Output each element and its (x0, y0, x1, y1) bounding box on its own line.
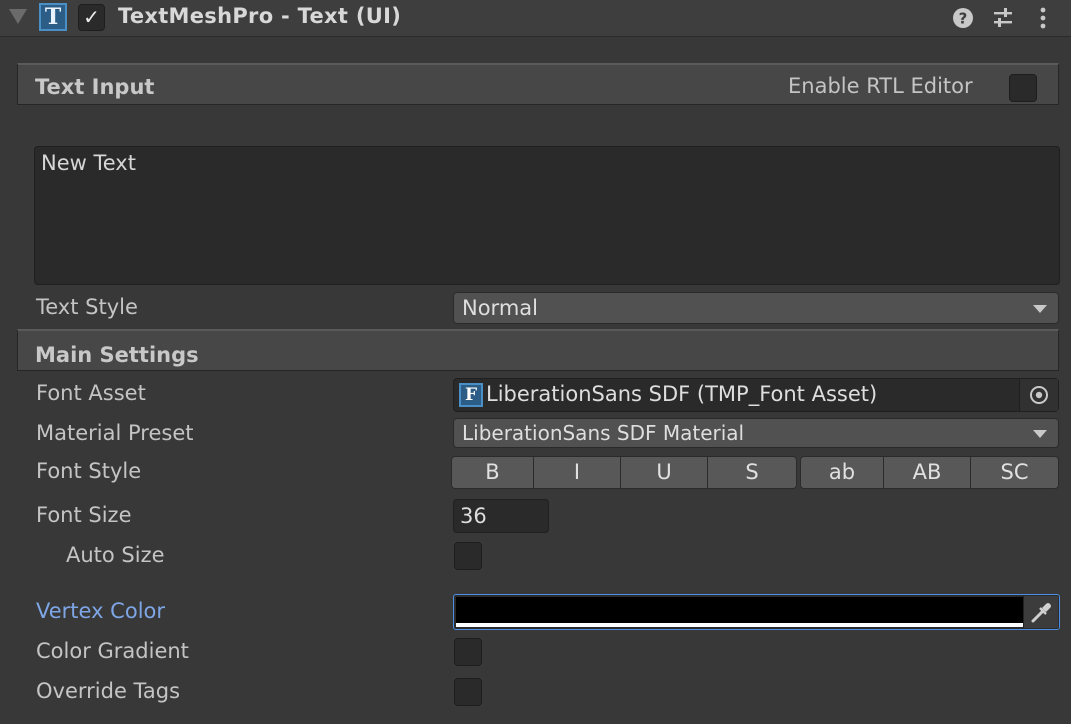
foldout-arrow-icon[interactable] (9, 9, 27, 24)
text-style-label: Text Style (36, 295, 138, 319)
textmeshpro-component-icon: T (39, 3, 67, 31)
font-style-smallcaps-button[interactable]: SC (970, 456, 1059, 489)
vertex-color-swatch[interactable] (456, 597, 1024, 623)
text-style-value: Normal (462, 296, 538, 320)
override-tags-checkbox[interactable] (454, 678, 482, 706)
font-style-label: Font Style (36, 459, 142, 483)
text-input-area[interactable]: New Text (34, 146, 1060, 285)
font-size-input[interactable]: 36 (453, 499, 549, 533)
font-style-strikethrough-button[interactable]: S (707, 456, 797, 489)
text-input-section-title: Text Input (35, 75, 155, 99)
component-enabled-checkbox[interactable]: ✓ (78, 4, 105, 31)
enable-rtl-label: Enable RTL Editor (788, 74, 973, 98)
color-gradient-label: Color Gradient (36, 639, 189, 663)
auto-size-checkbox[interactable] (454, 542, 482, 570)
font-style-bold-button[interactable]: B (451, 456, 534, 489)
material-preset-dropdown[interactable]: LiberationSans SDF Material (453, 418, 1059, 448)
enable-rtl-checkbox[interactable] (1009, 74, 1037, 102)
eyedropper-button[interactable] (1023, 596, 1058, 628)
font-asset-label: Font Asset (36, 381, 146, 405)
font-asset-icon: F (459, 383, 483, 407)
font-style-underline-button[interactable]: U (620, 456, 708, 489)
font-size-label: Font Size (36, 503, 132, 527)
font-asset-field[interactable]: F LiberationSans SDF (TMP_Font Asset) (453, 378, 1059, 412)
main-settings-section-bar: Main Settings (17, 329, 1059, 371)
target-circle-icon (1030, 386, 1048, 404)
font-asset-value: LiberationSans SDF (TMP_Font Asset) (486, 382, 878, 406)
kebab-menu-icon[interactable] (1031, 6, 1055, 30)
presets-sliders-icon[interactable] (991, 6, 1015, 30)
component-header: T ✓ TextMeshPro - Text (UI) ? (0, 0, 1071, 37)
eyedropper-icon (1031, 603, 1051, 623)
dropdown-caret-icon (1033, 305, 1047, 313)
color-gradient-checkbox[interactable] (454, 638, 482, 666)
font-style-uppercase-button[interactable]: AB (883, 456, 971, 489)
override-tags-label: Override Tags (36, 679, 181, 703)
svg-text:?: ? (959, 10, 968, 28)
component-title: TextMeshPro - Text (UI) (118, 4, 402, 28)
text-style-dropdown[interactable]: Normal (453, 292, 1059, 324)
font-style-lowercase-button[interactable]: ab (800, 456, 884, 489)
auto-size-label: Auto Size (66, 543, 165, 567)
material-preset-value: LiberationSans SDF Material (462, 421, 745, 445)
help-icon[interactable]: ? (951, 6, 975, 30)
vertex-color-alpha-bar (456, 623, 1024, 627)
dropdown-caret-icon (1033, 430, 1047, 438)
object-picker-button[interactable] (1019, 379, 1058, 411)
main-settings-section-title: Main Settings (35, 343, 199, 367)
vertex-color-field[interactable] (453, 594, 1060, 630)
inspector-panel: T ✓ TextMeshPro - Text (UI) ? Text Input… (0, 0, 1071, 724)
font-style-italic-button[interactable]: I (533, 456, 621, 489)
material-preset-label: Material Preset (36, 421, 194, 445)
text-input-section-bar: Text Input Enable RTL Editor (17, 63, 1059, 105)
vertex-color-label: Vertex Color (36, 599, 166, 623)
